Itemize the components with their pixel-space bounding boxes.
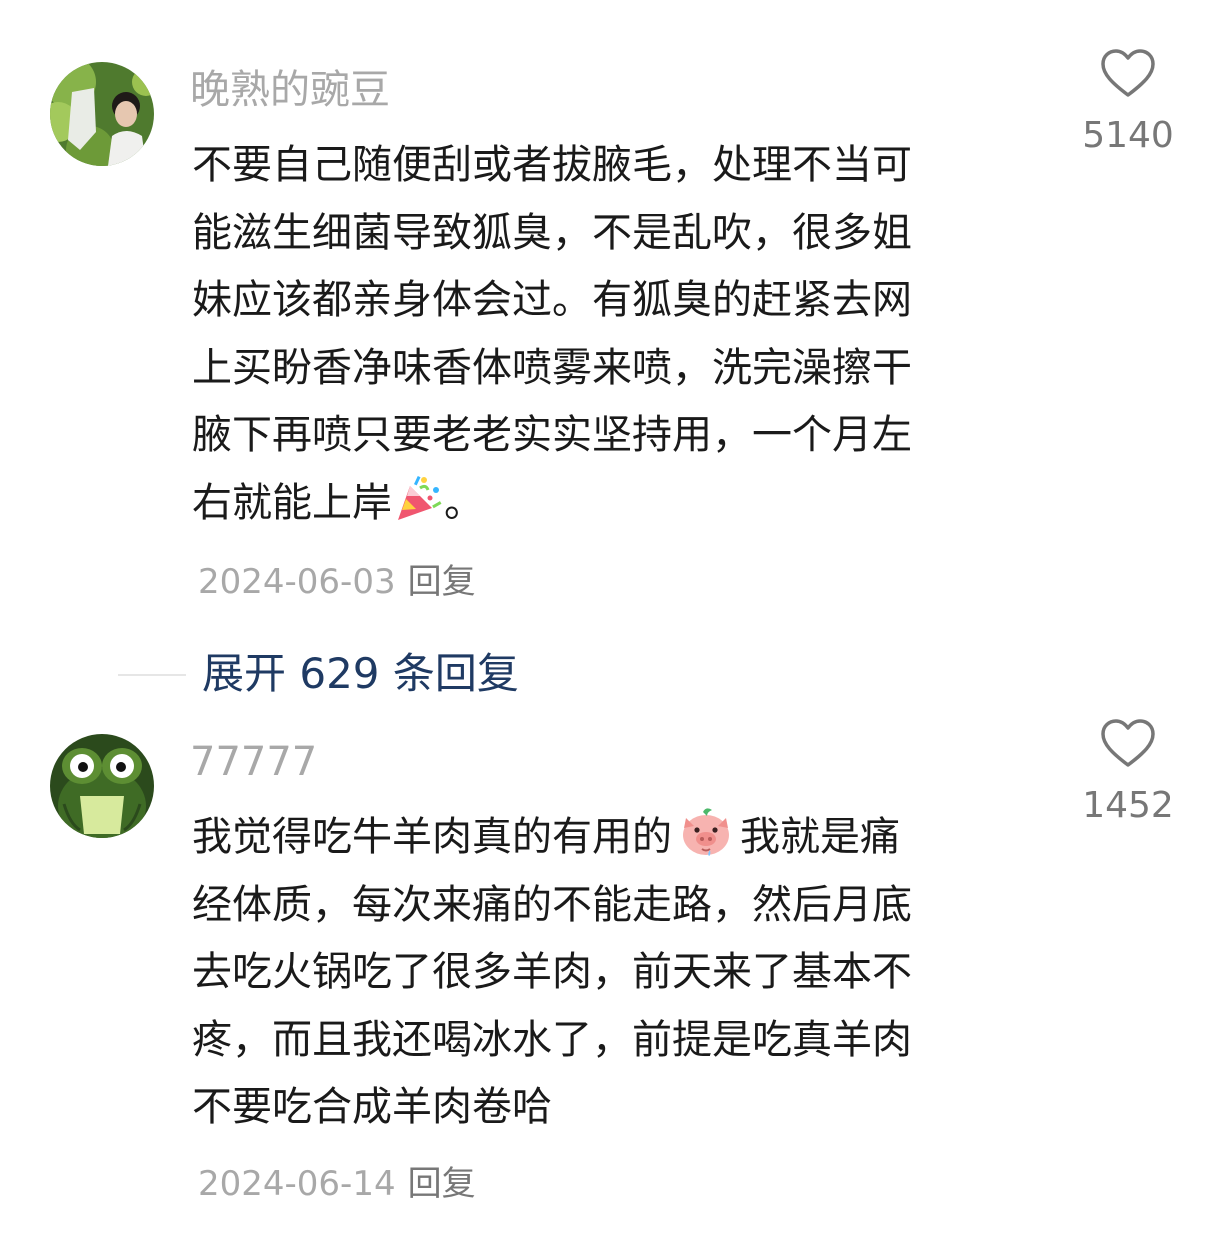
username[interactable]: 晚熟的豌豆 xyxy=(190,64,390,116)
like-count: 1452 xyxy=(1082,785,1174,826)
comment-line-text: 我觉得吃牛羊肉真的有用的 xyxy=(192,814,672,860)
comment-line: 去吃火锅吃了很多羊肉，前天来了基本不 xyxy=(192,949,912,995)
comment-line: 上买盼香净味香体喷雾来喷，洗完澡擦干 xyxy=(192,344,912,391)
reply-button[interactable]: 回复 xyxy=(408,562,476,602)
comment-item: 晚熟的豌豆 不要自己随便刮或者拔腋毛，处理不当可 能滋生细菌导致狐臭，不是乱吹，… xyxy=(0,0,1220,640)
username[interactable]: 77777 xyxy=(190,736,317,788)
comment-line: 不要吃合成羊肉卷哈 xyxy=(192,1084,552,1130)
comment-line-text: 。 xyxy=(444,479,484,526)
comment-date: 2024-06-14 xyxy=(198,1164,396,1204)
comment-line: 妹应该都亲身体会过。有狐臭的赶紧去网 xyxy=(192,277,912,323)
divider-line xyxy=(118,674,186,676)
comment-text: 我觉得吃牛羊肉真的有用的 我就是痛 经体质，每次来痛的不能走路，然后月底 去吃火… xyxy=(192,804,1002,1142)
comment-item: 77777 我觉得吃牛羊肉真的有用的 我就是痛 经体质，每次来痛的不能走路，然后… xyxy=(0,700,1220,1248)
heart-icon xyxy=(1101,49,1155,97)
user-photo-avatar xyxy=(50,62,154,166)
pig-face-icon xyxy=(680,806,732,858)
avatar[interactable] xyxy=(50,734,154,838)
comment-date: 2024-06-03 xyxy=(198,562,396,602)
comment-text: 不要自己随便刮或者拔腋毛，处理不当可 能滋生细菌导致狐臭，不是乱吹，很多姐 妹应… xyxy=(192,132,1002,537)
reply-button[interactable]: 回复 xyxy=(408,1164,476,1204)
frog-avatar xyxy=(50,734,154,838)
comment-line: 经体质，每次来痛的不能走路，然后月底 xyxy=(192,881,912,928)
party-popper-icon xyxy=(392,472,444,524)
comment-meta: 2024-06-14 回复 xyxy=(198,1162,476,1206)
heart-icon xyxy=(1101,719,1155,767)
comment-line-text: 我就是痛 xyxy=(740,814,900,860)
avatar[interactable] xyxy=(50,62,154,166)
like-button[interactable]: 1452 xyxy=(1078,718,1178,828)
comment-line: 能滋生细菌导致狐臭，不是乱吹，很多姐 xyxy=(192,209,912,256)
comment-line: 右就能上岸 。 xyxy=(192,470,1002,538)
like-count: 5140 xyxy=(1082,115,1174,156)
comment-line-text: 右就能上岸 xyxy=(192,479,392,526)
comment-line: 我觉得吃牛羊肉真的有用的 我就是痛 xyxy=(192,804,1002,872)
comment-line: 不要自己随便刮或者拔腋毛，处理不当可 xyxy=(192,142,912,188)
expand-replies-link[interactable]: 展开 629 条回复 xyxy=(202,644,519,704)
comment-line: 腋下再喷只要老老实实坚持用，一个月左 xyxy=(192,412,912,458)
comment-meta: 2024-06-03 回复 xyxy=(198,560,476,604)
like-button[interactable]: 5140 xyxy=(1078,48,1178,158)
comment-line: 疼，而且我还喝冰水了，前提是吃真羊肉 xyxy=(192,1016,912,1063)
